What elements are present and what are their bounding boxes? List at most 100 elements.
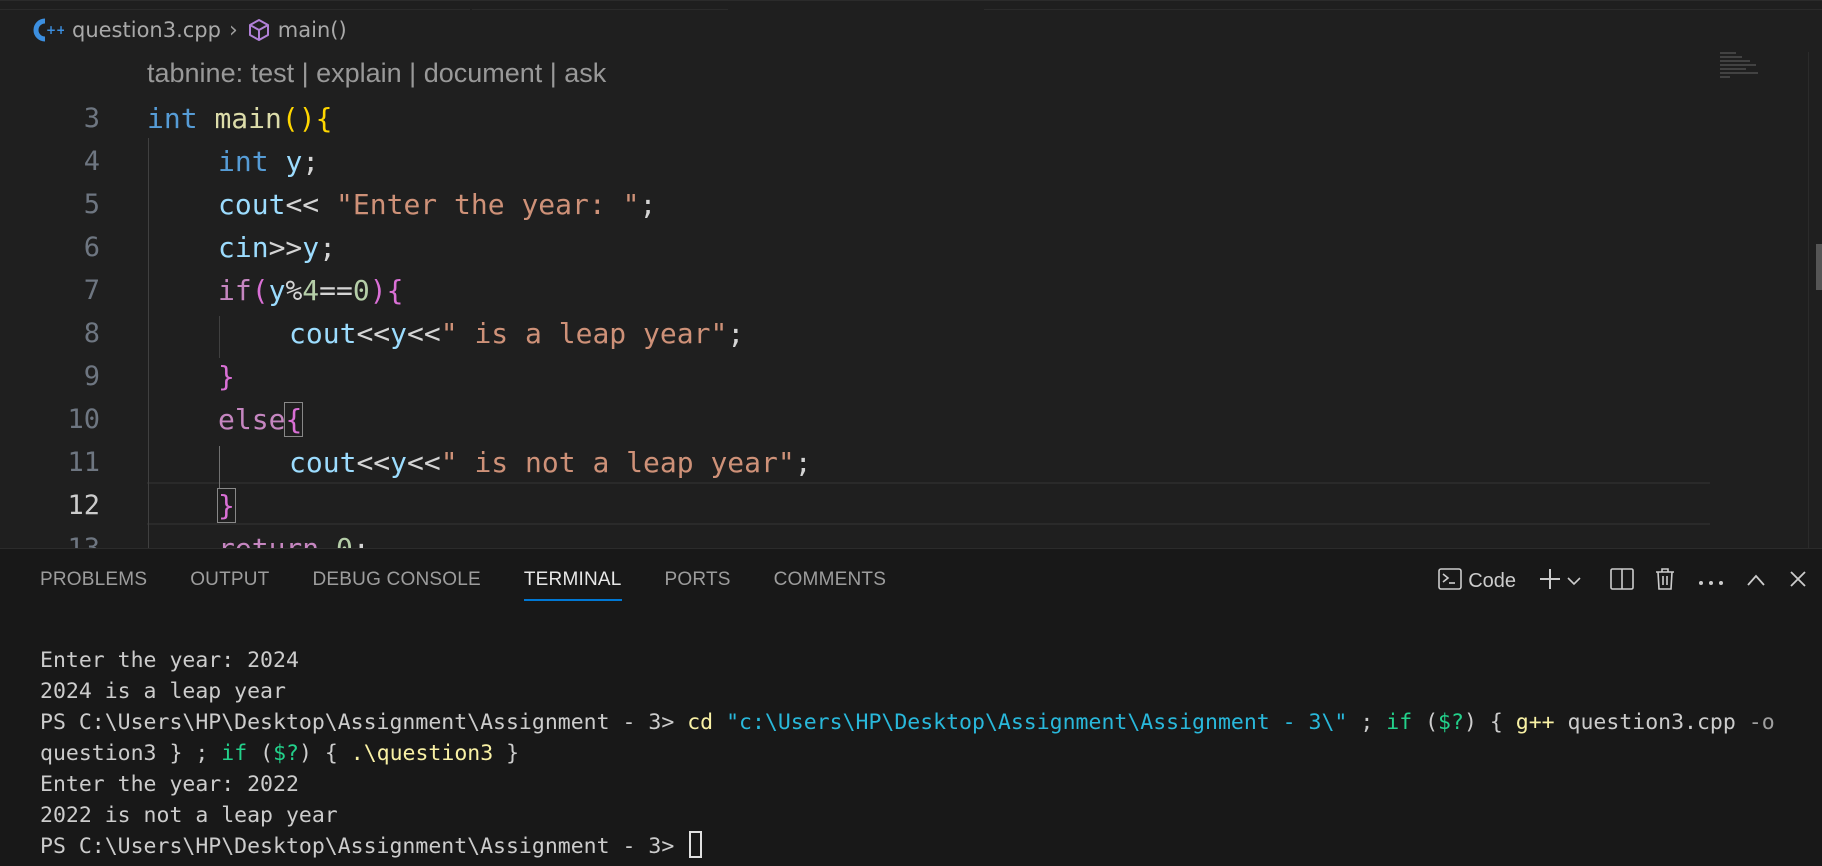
tab-problems[interactable]: PROBLEMS [40,569,147,601]
tab-terminal[interactable]: TERMINAL [523,569,622,601]
token: "Enter the year: " [336,188,640,221]
code-line-11[interactable]: cout<<y<<" is not a leap year"; [289,441,812,484]
token: << [407,446,441,479]
more-actions-button[interactable] [1698,565,1724,597]
token: << [356,446,391,479]
terminal-line: 2024 is a leap year [40,679,286,704]
trash-icon [1654,567,1676,595]
token: % [285,274,303,307]
terminal-profile-button[interactable]: Code [1438,565,1516,597]
code-line-8[interactable]: cout<<y<<" is a leap year"; [289,312,744,355]
new-terminal-button[interactable] [1538,565,1562,597]
cmd-token: -o [1748,710,1775,735]
minimap-row [1720,52,1736,54]
terminal-input-line[interactable]: PS C:\Users\HP\Desktop\Assignment\Assign… [40,831,1800,862]
code-line-4[interactable]: int y; [218,140,319,183]
cmd-token: { [324,741,338,766]
tab-comments[interactable]: COMMENTS [774,569,886,601]
token: y [390,446,408,479]
scroll-thumb[interactable] [1816,244,1822,290]
line-number: 3 [83,103,100,134]
token: ; [639,188,657,221]
breadcrumb-file[interactable]: question3.cpp [72,18,221,42]
cmd-token: cd [687,710,714,735]
cmd-token: question3.cpp [1567,710,1736,735]
line-number: 4 [83,146,100,177]
token: y [285,145,303,178]
cmd-token: g++ [1515,710,1555,735]
line-number: 9 [83,361,100,392]
code-line-5[interactable]: cout<< "Enter the year: "; [218,183,656,226]
token: int [218,145,269,178]
terminal-dropdown-button[interactable] [1566,565,1582,597]
token: 0 [336,532,353,548]
line-number: 5 [83,189,100,220]
svg-text:++: ++ [46,23,64,37]
tab-ports[interactable]: PORTS [665,569,731,601]
tab-strip-edge [984,1,1822,10]
kill-terminal-button[interactable] [1654,565,1676,597]
token: << [285,188,320,221]
token: { [386,274,404,307]
code-line-9[interactable]: } [218,355,235,398]
terminal-prompt: PS C:\Users\HP\Desktop\Assignment\Assign… [40,710,675,735]
split-icon [1610,568,1634,594]
minimap-row [1720,56,1742,58]
terminal-cursor [689,831,703,858]
tab-output[interactable]: OUTPUT [190,569,269,601]
code-line-3[interactable]: int main(){ [147,97,332,140]
token: main [214,102,282,135]
cmd-token: ; [1360,710,1374,735]
ellipsis-icon [1698,572,1724,591]
terminal-command-line: PS C:\Users\HP\Desktop\Assignment\Assign… [40,707,1800,738]
line-number: 10 [67,404,100,435]
editor-scrollbar[interactable] [1808,52,1822,548]
token: cout [289,446,357,479]
cmd-token: ; [195,741,209,766]
close-panel-button[interactable] [1788,565,1808,597]
line-number: 13 [40,527,100,548]
code-line-7[interactable]: if(y%4==0){ [218,269,403,312]
token: else [218,403,286,436]
token: () [281,102,316,135]
panel-tabs: PROBLEMS OUTPUT DEBUG CONSOLE TERMINAL P… [40,569,929,601]
token: 4 [302,274,320,307]
cube-icon [248,18,270,42]
maximize-panel-button[interactable] [1746,565,1766,597]
code-line-6[interactable]: cin>>y; [218,226,336,269]
plus-icon [1538,567,1562,595]
token: y [390,317,408,350]
token: << [356,317,391,350]
cmd-token: ($?) [1425,710,1477,735]
code-line-13[interactable]: return 0; [218,527,370,548]
minimap[interactable] [1720,52,1760,82]
split-terminal-button[interactable] [1610,565,1634,597]
code-line-10[interactable]: else{ [218,398,304,441]
terminal-command-line: question3 } ; if ($?) { .\question3 } [40,738,1800,769]
cmd-token: .\question3 [350,741,494,766]
matched-bracket: } [217,488,236,523]
code-editor[interactable]: tabnine: test | explain | document | ask… [0,52,1822,548]
token: return [218,532,319,548]
token: ; [302,145,320,178]
terminal-output[interactable]: Enter the year: 2024 2024 is a leap year P… [40,645,1800,862]
indent-guide [219,316,220,358]
code-line-12[interactable]: } [217,484,236,527]
cmd-token: if [221,741,248,766]
bottom-panel: PROBLEMS OUTPUT DEBUG CONSOLE TERMINAL P… [0,548,1822,866]
terminal-line: Enter the year: 2024 [40,648,299,673]
tabnine-codelens[interactable]: tabnine: test | explain | document | ask [147,58,606,89]
breadcrumb-symbol[interactable]: main() [278,18,347,42]
token: ) [369,274,387,307]
token: if [218,274,252,307]
chevron-right-icon: › [228,17,238,43]
breadcrumb-bar: ++ question3.cpp › main() [0,0,1822,52]
minimap-row [1720,76,1730,78]
tab-debug-console[interactable]: DEBUG CONSOLE [313,569,481,601]
chevron-up-icon [1746,572,1766,591]
line-number: 6 [83,232,100,263]
close-icon [1788,569,1808,593]
